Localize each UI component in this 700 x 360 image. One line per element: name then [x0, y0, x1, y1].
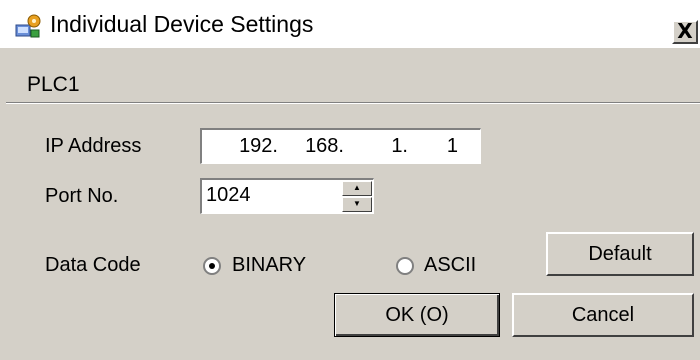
window-title: Individual Device Settings [50, 11, 314, 37]
cancel-button-label: Cancel [571, 304, 635, 326]
device-settings-icon [14, 13, 42, 39]
close-button[interactable]: X [672, 20, 698, 44]
ok-button[interactable]: OK (O) [334, 293, 500, 337]
ok-button-label: OK (O) [385, 304, 449, 326]
default-button-label: Default [588, 243, 652, 265]
title-bar: Individual Device Settings X [0, 0, 700, 48]
data-code-label: Data Code [45, 254, 141, 276]
spin-down-icon: ▼ [353, 199, 361, 208]
port-number-input[interactable]: 1024 ▲ ▼ [200, 178, 374, 214]
binary-radio[interactable] [203, 257, 221, 275]
radio-selected-dot [209, 263, 215, 269]
device-header: PLC1 [0, 48, 700, 104]
ascii-radio-label[interactable]: ASCII [424, 254, 476, 277]
spin-down-button[interactable]: ▼ [342, 197, 372, 212]
ip-octet-3[interactable]: 1. [374, 135, 408, 158]
default-button[interactable]: Default [546, 232, 694, 276]
individual-device-settings-dialog: Individual Device Settings X PLC1 IP Add… [0, 0, 700, 360]
ip-octet-2[interactable]: 168. [286, 135, 344, 158]
port-no-label: Port No. [45, 185, 119, 207]
ip-octet-4[interactable]: 1 [434, 135, 458, 158]
spin-up-icon: ▲ [353, 183, 361, 192]
ip-address-field[interactable]: 192. 168. 1. 1 [200, 128, 481, 164]
binary-radio-label[interactable]: BINARY [232, 254, 306, 277]
cancel-button[interactable]: Cancel [512, 293, 694, 337]
ascii-radio[interactable] [396, 257, 414, 275]
spin-up-button[interactable]: ▲ [342, 181, 372, 196]
ip-octet-1[interactable]: 192. [222, 135, 278, 158]
port-spinner: ▲ ▼ [342, 181, 372, 212]
close-icon: X [677, 19, 693, 43]
ip-address-label: IP Address [45, 135, 142, 157]
divider [6, 102, 700, 104]
port-number-value: 1024 [206, 184, 251, 206]
device-name-label: PLC1 [27, 73, 80, 96]
